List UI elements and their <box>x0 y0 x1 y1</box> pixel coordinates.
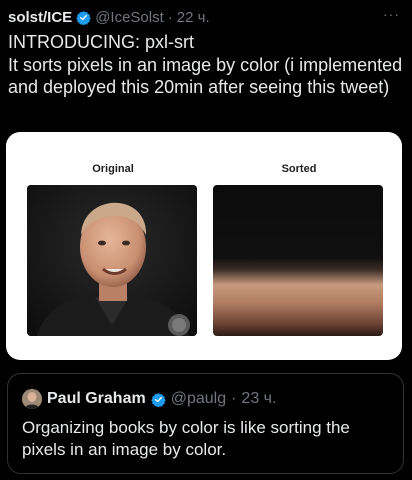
tweet-header: solst/ICE @IceSolst · 22 ч. <box>8 6 210 28</box>
avatar[interactable] <box>22 389 42 409</box>
more-options-icon[interactable]: ··· <box>383 6 400 22</box>
tweet[interactable]: solst/ICE @IceSolst · 22 ч. ··· INTRODUC… <box>0 0 412 480</box>
separator-dot: · <box>231 390 237 407</box>
avatar-portrait-icon <box>22 389 42 409</box>
separator-dot: · <box>167 8 173 26</box>
portrait-illustration <box>27 185 197 336</box>
quoted-author-handle[interactable]: @paulg <box>171 390 226 408</box>
original-image-label: Original <box>92 163 134 175</box>
quoted-tweet-timestamp[interactable]: 23 ч. <box>241 390 276 408</box>
quoted-author-name[interactable]: Paul Graham <box>47 390 146 408</box>
verified-badge-icon <box>150 392 166 407</box>
quoted-tweet-text: Organizing books by color is like sortin… <box>22 418 350 459</box>
quoted-tweet-header: Paul Graham @paulg · 23 ч. <box>22 388 276 410</box>
verified-badge-icon <box>76 10 91 25</box>
author-name[interactable]: solst/ICE <box>8 9 72 26</box>
author-handle[interactable]: @IceSolst <box>95 9 164 26</box>
tweet-text: INTRODUCING: pxl-srt It sorts pixels in … <box>8 32 403 97</box>
sorted-pixels-image[interactable] <box>213 185 383 336</box>
original-photo[interactable] <box>27 185 197 336</box>
tweet-timestamp[interactable]: 22 ч. <box>177 9 210 26</box>
sorted-image-label: Sorted <box>281 163 317 175</box>
quoted-tweet[interactable]: Paul Graham @paulg · 23 ч. Organizing bo… <box>7 373 404 474</box>
